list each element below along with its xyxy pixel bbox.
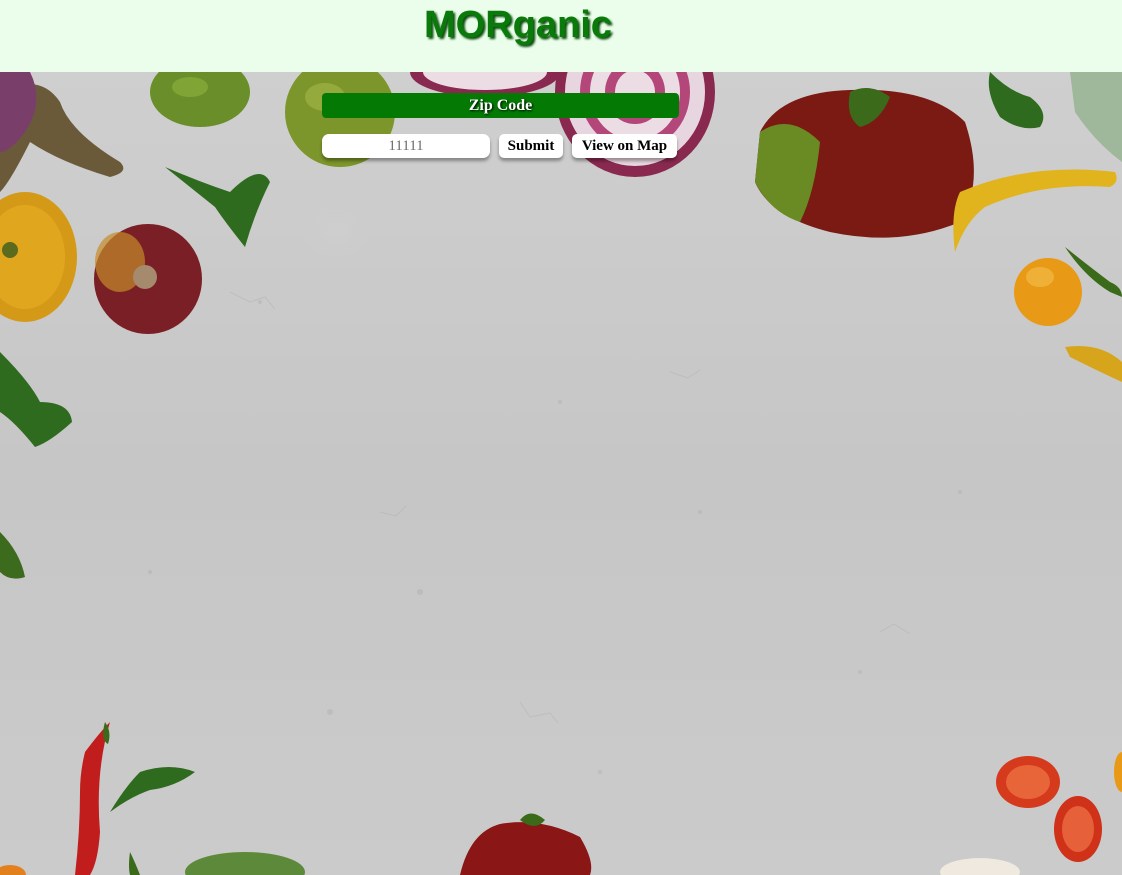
- hero-background: Zip Code Submit View on Map: [0, 72, 1122, 875]
- site-logo-title: MORganic: [424, 4, 612, 46]
- header-bar: MORganic: [0, 0, 1122, 72]
- vegetables-background-image: [0, 72, 1122, 875]
- view-on-map-button[interactable]: View on Map: [572, 134, 677, 158]
- zip-code-input[interactable]: [322, 134, 490, 158]
- zip-code-banner: Zip Code: [322, 93, 679, 118]
- submit-button[interactable]: Submit: [499, 134, 563, 158]
